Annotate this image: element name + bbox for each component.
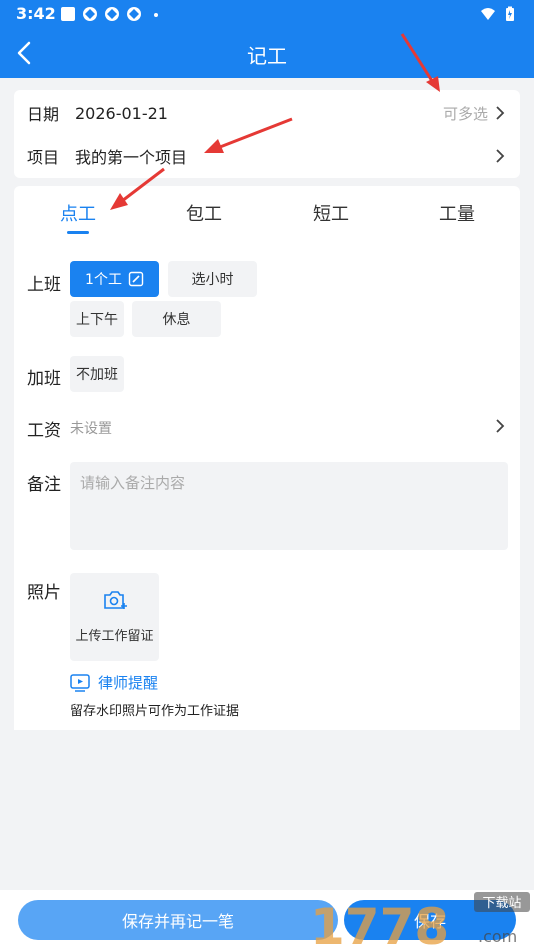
red-arrow-annotation xyxy=(110,167,165,210)
lawyer-reminder-label: 律师提醒 xyxy=(98,674,159,692)
photo-label: 照片 xyxy=(27,583,61,603)
edit-icon[interactable] xyxy=(128,271,144,287)
project-chevron xyxy=(488,148,506,164)
work-record-form: 上班 1个工 选小时 上下午 休息 加班 不加班 工资 未设置 备注 照片 上传… xyxy=(14,248,520,730)
overtime-label: 加班 xyxy=(27,369,61,389)
status-bar: 3:42 xyxy=(0,0,534,28)
note-input[interactable] xyxy=(70,462,508,550)
date-multi-select-hint: 可多选 xyxy=(442,104,488,123)
chevron-right-icon xyxy=(496,106,505,120)
camera-add-icon xyxy=(104,591,127,609)
tab-contract-work[interactable]: 包工 xyxy=(154,200,254,226)
red-arrow-annotation xyxy=(204,117,293,153)
app-notification-icon xyxy=(83,7,97,21)
wifi-icon xyxy=(481,8,495,20)
one-shift-label: 1个工 xyxy=(85,272,122,288)
photo-upload-button[interactable]: 上传工作留证 xyxy=(70,573,159,661)
site-watermark: 下载站 1778 .com xyxy=(310,892,530,950)
app-notification-icon xyxy=(105,7,119,21)
active-tab-indicator xyxy=(67,231,89,234)
dot-icon xyxy=(154,13,158,17)
tab-short-work[interactable]: 短工 xyxy=(281,200,381,226)
red-arrow-annotation xyxy=(400,33,440,92)
page-title: 记工 xyxy=(247,44,287,68)
lawyer-reminder-link[interactable]: 律师提醒 xyxy=(70,672,158,693)
rest-chip[interactable]: 休息 xyxy=(132,301,221,337)
select-hours-chip[interactable]: 选小时 xyxy=(168,261,257,297)
video-play-icon xyxy=(70,673,90,692)
project-label: 项目 xyxy=(27,148,60,167)
no-overtime-chip[interactable]: 不加班 xyxy=(70,356,124,392)
watermark-suffix: .com xyxy=(478,927,517,946)
watermark-number: 1778 xyxy=(310,898,449,950)
app-notification-icon xyxy=(127,7,141,21)
status-system-icons xyxy=(480,6,518,22)
wage-label: 工资 xyxy=(27,421,61,441)
date-value: 2026-01-21 xyxy=(75,103,168,123)
square-notification-icon xyxy=(61,7,75,21)
note-label: 备注 xyxy=(27,475,61,495)
lawyer-reminder-description: 留存水印照片可作为工作证据 xyxy=(70,704,240,719)
chevron-right-icon xyxy=(496,149,505,163)
status-notification-icons xyxy=(60,6,164,22)
date-label: 日期 xyxy=(27,105,60,124)
wage-value[interactable]: 未设置 xyxy=(70,418,112,438)
watermark-tag: 下载站 xyxy=(482,896,521,911)
chevron-right-icon[interactable] xyxy=(494,418,506,434)
upload-label: 上传工作留证 xyxy=(75,629,154,644)
one-shift-chip[interactable]: 1个工 xyxy=(70,261,159,297)
half-day-chip[interactable]: 上下午 xyxy=(70,301,124,337)
date-hint: 可多选 xyxy=(443,103,506,124)
nav-bar: 记工 xyxy=(0,28,534,78)
save-and-record-again-button[interactable]: 保存并再记一笔 xyxy=(18,900,338,940)
tab-workload[interactable]: 工量 xyxy=(407,200,507,226)
work-type-tabs: 点工 包工 短工 工量 xyxy=(14,186,520,248)
status-time: 3:42 xyxy=(16,4,56,23)
battery-icon xyxy=(506,6,514,21)
shift-label: 上班 xyxy=(27,275,61,295)
